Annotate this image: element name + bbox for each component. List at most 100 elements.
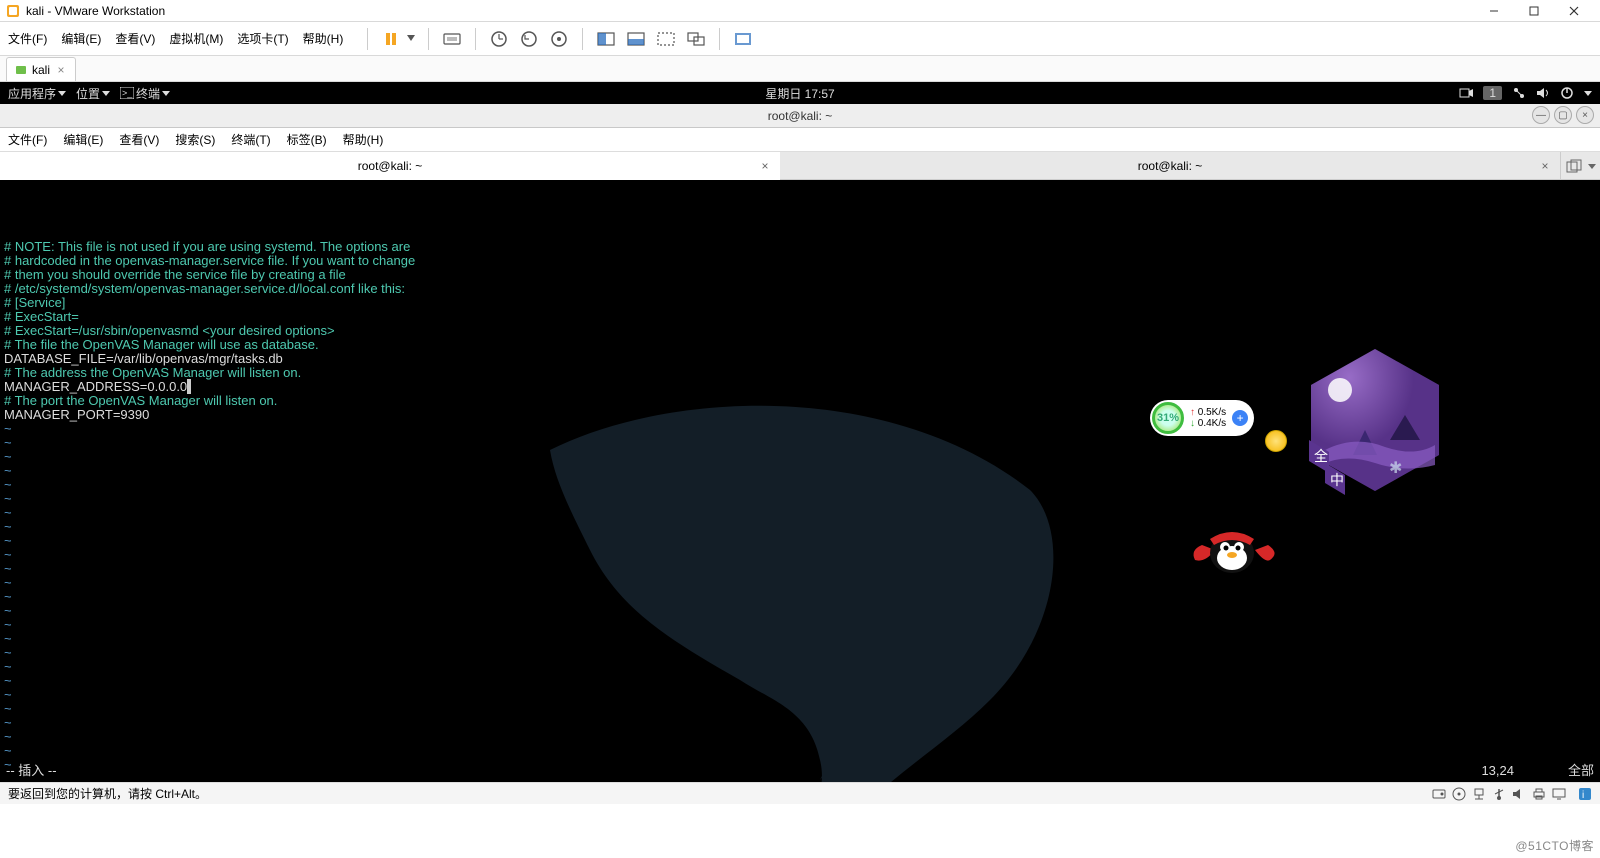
- terminal-line: # them you should override the service f…: [4, 268, 1596, 282]
- term-menu-tabs[interactable]: 标签(B): [287, 131, 327, 148]
- terminal-line: # [Service]: [4, 296, 1596, 310]
- terminal-tilde-line: ~: [4, 660, 1596, 674]
- power-icon[interactable]: [1560, 86, 1574, 100]
- clock[interactable]: 星期日 17:57: [765, 85, 834, 102]
- device-sound-icon[interactable]: [1512, 787, 1526, 801]
- close-icon[interactable]: ×: [1538, 159, 1552, 173]
- watermark-text: @51CTO博客: [1515, 837, 1594, 854]
- menu-edit[interactable]: 编辑(E): [61, 30, 101, 47]
- terminal-close-button[interactable]: ×: [1576, 106, 1594, 124]
- terminal-tilde-line: ~: [4, 520, 1596, 534]
- term-menu-terminal[interactable]: 终端(T): [231, 131, 270, 148]
- fullscreen-icon[interactable]: [730, 26, 756, 52]
- vim-extent: 全部: [1514, 764, 1594, 778]
- snapshot-revert-icon[interactable]: [516, 26, 542, 52]
- device-network-icon[interactable]: [1472, 787, 1486, 801]
- qq-penguin-widget[interactable]: [1180, 515, 1285, 580]
- menu-file[interactable]: 文件(F): [8, 30, 47, 47]
- kali-topbar: 应用程序 位置 >_ 终端 星期日 17:57 1: [0, 82, 1600, 104]
- svg-text:✱: ✱: [1389, 460, 1402, 477]
- add-icon[interactable]: +: [1232, 410, 1248, 426]
- statusbar-text: 要返回到您的计算机，请按 Ctrl+Alt。: [8, 785, 207, 802]
- network-monitor-widget[interactable]: 31% 0.5K/s 0.4K/s +: [1150, 400, 1254, 436]
- vmware-titlebar: kali - VMware Workstation: [0, 0, 1600, 22]
- term-menu-help[interactable]: 帮助(H): [343, 131, 384, 148]
- menu-help[interactable]: 帮助(H): [303, 30, 344, 47]
- terminal-window-title: root@kali: ~: [768, 109, 833, 123]
- terminal-tilde-line: ~: [4, 716, 1596, 730]
- cpu-percent-ring: 31%: [1152, 402, 1184, 434]
- maximize-button[interactable]: [1514, 0, 1554, 22]
- workspace-badge[interactable]: 1: [1483, 86, 1502, 100]
- vm-tab-close-icon[interactable]: ×: [55, 64, 67, 76]
- vmware-icon: [6, 4, 20, 18]
- close-icon[interactable]: ×: [758, 159, 772, 173]
- device-usb-icon[interactable]: [1492, 787, 1506, 801]
- svg-text:i: i: [1582, 790, 1584, 801]
- chevron-down-icon: [102, 89, 110, 97]
- menu-vm[interactable]: 虚拟机(M): [169, 30, 223, 47]
- menu-view[interactable]: 查看(V): [115, 30, 155, 47]
- chevron-down-icon: [1584, 89, 1592, 97]
- terminal-tilde-line: ~: [4, 548, 1596, 562]
- terminal-tilde-line: ~: [4, 632, 1596, 646]
- terminal-tab-1[interactable]: root@kali: ~ ×: [0, 152, 780, 180]
- term-menu-file[interactable]: 文件(F): [8, 131, 47, 148]
- menu-tabs[interactable]: 选项卡(T): [237, 30, 288, 47]
- terminal-line: # ExecStart=/usr/sbin/openvasmd <your de…: [4, 324, 1596, 338]
- vim-position: 13,24: [1394, 764, 1514, 778]
- terminal-tilde-line: ~: [4, 590, 1596, 604]
- minimize-button[interactable]: [1474, 0, 1514, 22]
- terminal-tab-title: root@kali: ~: [358, 159, 423, 173]
- term-menu-search[interactable]: 搜索(S): [175, 131, 215, 148]
- term-menu-view[interactable]: 查看(V): [119, 131, 159, 148]
- new-tab-icon[interactable]: [1566, 159, 1582, 173]
- ime-label-left: 全: [1314, 448, 1328, 464]
- ime-hexagon-widget[interactable]: 全 中 ✱: [1305, 345, 1445, 495]
- terminal-tab-2[interactable]: root@kali: ~ ×: [780, 152, 1560, 180]
- snapshot-take-icon[interactable]: [486, 26, 512, 52]
- vm-tab-row: kali ×: [0, 56, 1600, 82]
- download-speed: 0.4K/s: [1190, 418, 1226, 429]
- terminal-tilde-line: ~: [4, 576, 1596, 590]
- terminal-line: # hardcoded in the openvas-manager.servi…: [4, 254, 1596, 268]
- send-ctrl-alt-del-icon[interactable]: [439, 26, 465, 52]
- vmware-toolbar: 文件(F) 编辑(E) 查看(V) 虚拟机(M) 选项卡(T) 帮助(H): [0, 22, 1600, 56]
- network-icon[interactable]: [1512, 86, 1526, 100]
- terminal-menu[interactable]: >_ 终端: [120, 85, 170, 102]
- snapshot-manager-icon[interactable]: [546, 26, 572, 52]
- fit-guest-icon[interactable]: [593, 26, 619, 52]
- device-display-icon[interactable]: [1552, 787, 1566, 801]
- places-menu[interactable]: 位置: [76, 85, 110, 102]
- volume-icon[interactable]: [1536, 86, 1550, 100]
- term-menu-edit[interactable]: 编辑(E): [63, 131, 103, 148]
- terminal-tilde-line: ~: [4, 604, 1596, 618]
- power-dropdown-icon[interactable]: [404, 26, 418, 52]
- terminal-maximize-button[interactable]: ▢: [1554, 106, 1572, 124]
- stretch-icon[interactable]: [653, 26, 679, 52]
- terminal-tilde-line: ~: [4, 534, 1596, 548]
- device-cd-icon[interactable]: [1452, 787, 1466, 801]
- chevron-down-icon: [162, 89, 170, 97]
- terminal-minimize-button[interactable]: —: [1532, 106, 1550, 124]
- terminal-line: # NOTE: This file is not used if you are…: [4, 240, 1596, 254]
- unity-icon[interactable]: [683, 26, 709, 52]
- terminal-tilde-line: ~: [4, 744, 1596, 758]
- close-button[interactable]: [1554, 0, 1594, 22]
- vm-tab-kali[interactable]: kali ×: [6, 57, 76, 81]
- power-button-group[interactable]: [378, 26, 418, 52]
- recorder-icon[interactable]: [1459, 86, 1473, 100]
- message-log-icon[interactable]: i: [1578, 787, 1592, 801]
- svg-text:>_: >_: [122, 88, 133, 98]
- chevron-down-icon[interactable]: [1588, 162, 1596, 170]
- coin-widget[interactable]: [1265, 430, 1287, 452]
- terminal-tab-title: root@kali: ~: [1138, 159, 1203, 173]
- device-printer-icon[interactable]: [1532, 787, 1546, 801]
- vm-tab-label: kali: [32, 63, 50, 77]
- pause-icon[interactable]: [378, 26, 404, 52]
- terminal-tilde-line: ~: [4, 730, 1596, 744]
- apps-menu[interactable]: 应用程序: [8, 85, 66, 102]
- terminal-tabs: root@kali: ~ × root@kali: ~ ×: [0, 152, 1600, 180]
- fit-window-icon[interactable]: [623, 26, 649, 52]
- device-hdd-icon[interactable]: [1432, 787, 1446, 801]
